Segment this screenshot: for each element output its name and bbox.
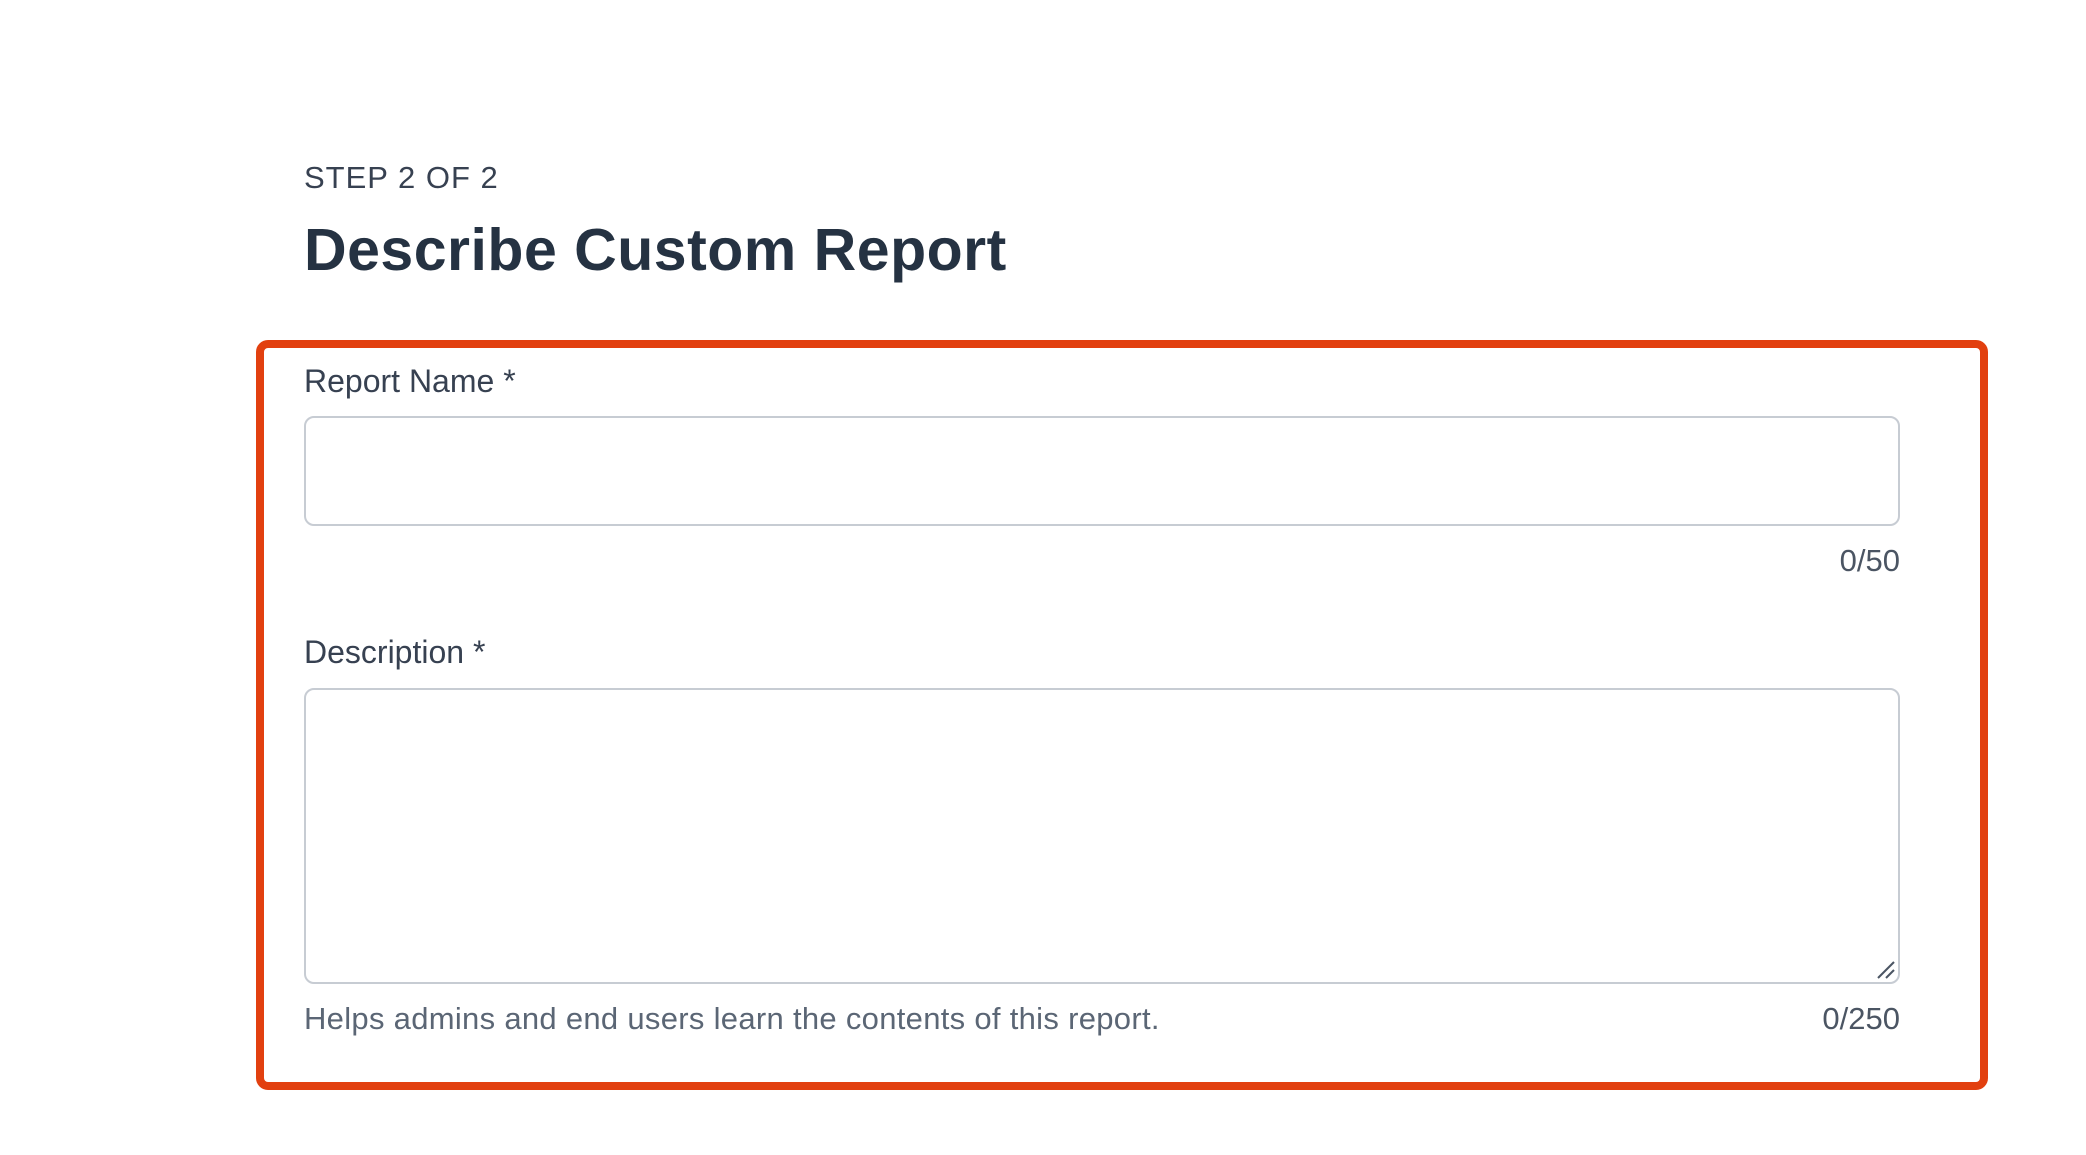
description-char-counter: 0/250 [1822, 1001, 1900, 1036]
page-title: Describe Custom Report [304, 217, 1007, 283]
step-indicator: STEP 2 OF 2 [304, 160, 499, 195]
resize-handle-icon[interactable] [1874, 958, 1896, 980]
report-name-input[interactable] [304, 416, 1900, 526]
description-textarea[interactable] [304, 688, 1900, 984]
report-wizard-page: STEP 2 OF 2 Describe Custom Report Repor… [0, 0, 2086, 1155]
report-name-label: Report Name * [304, 363, 516, 399]
report-name-char-counter: 0/50 [1839, 543, 1900, 578]
description-helper-text: Helps admins and end users learn the con… [304, 1001, 1160, 1036]
description-label: Description * [304, 634, 486, 670]
